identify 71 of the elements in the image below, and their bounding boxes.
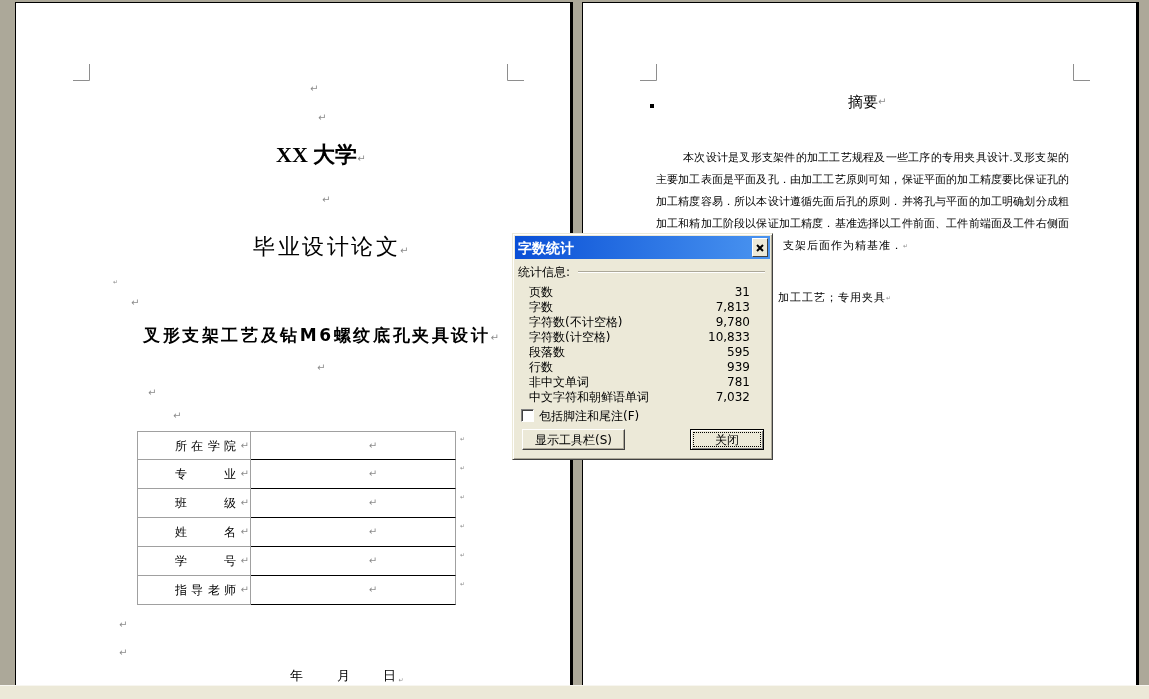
form-label: 学 号 xyxy=(174,554,241,568)
paragraph-mark: ↵ xyxy=(240,584,249,596)
margin-corner-icon xyxy=(1073,64,1090,81)
stat-label: 字符数(不计空格) xyxy=(529,315,623,330)
paragraph-mark: ↵ xyxy=(368,468,378,480)
date-line: 年 月 日 xyxy=(290,669,399,683)
paragraph-mark: ↵ xyxy=(368,439,378,452)
paragraph-mark: ↵ xyxy=(148,387,157,399)
paragraph-line: 加工精度容易．所以本设计遵循先面后孔的原则．并将孔与平面的加工明确划分成粗 xyxy=(656,194,1069,210)
stat-value: 595 xyxy=(727,345,750,360)
paragraph-mark: ↵ xyxy=(240,526,249,538)
paragraph-line: 主要加工表面是平面及孔．由加工工艺原则可知，保证平面的加工精度要比保证孔的 xyxy=(656,172,1069,188)
show-toolbar-button[interactable]: 显示工具栏(S) xyxy=(522,429,625,450)
university-name: XX 大学 xyxy=(276,142,358,168)
form-label: 专 业 xyxy=(174,467,241,481)
paragraph-line: 本次设计是叉形支架件的加工工艺规程及一些工序的专用夹具设计.叉形支架的 xyxy=(683,150,1069,166)
stat-value: 781 xyxy=(727,375,750,390)
paragraph-mark: ↵ xyxy=(357,153,366,164)
stat-value: 939 xyxy=(727,360,750,375)
paragraph-mark: ↵ xyxy=(119,647,128,659)
form-label: 姓 名 xyxy=(174,525,241,539)
form-label: 所在学院 xyxy=(174,438,241,453)
square-bullet-icon xyxy=(650,104,654,108)
margin-corner-icon xyxy=(507,64,524,81)
paragraph-mark: ↵ xyxy=(240,497,249,509)
form-label: 指导老师 xyxy=(174,583,241,597)
paragraph-mark: ↵ xyxy=(878,96,887,107)
stat-label: 行数 xyxy=(529,360,553,375)
paragraph-mark: ↵ xyxy=(368,497,378,509)
stat-value: 10,833 xyxy=(708,330,750,345)
paragraph-mark: ↵ xyxy=(240,555,249,567)
section-label: 统计信息: xyxy=(518,265,571,279)
stat-label: 非中文单词 xyxy=(529,375,589,390)
abstract-heading: 摘要 xyxy=(848,93,878,111)
stat-value: 31 xyxy=(734,285,750,300)
stat-label: 字符数(计空格) xyxy=(529,330,611,345)
close-icon xyxy=(756,243,764,252)
thesis-title: 毕业设计论文 xyxy=(253,233,400,261)
paragraph-mark: ↵ xyxy=(310,83,319,95)
paragraph-mark: ↵ xyxy=(119,619,128,631)
paragraph-mark: ↵ xyxy=(240,439,249,452)
margin-corner-icon xyxy=(640,64,657,81)
close-dialog-button[interactable]: 关闭 xyxy=(690,429,764,450)
paragraph-line: 加工和精加工阶段以保证加工精度．基准选择以工件前面、工件前端面及工件右侧面 xyxy=(656,216,1069,232)
thesis-topic: 叉形支架工艺及钻M6螺纹底孔夹具设计 xyxy=(143,324,491,346)
stat-label: 字数 xyxy=(529,300,553,315)
checkbox-label[interactable]: 包括脚注和尾注(F) xyxy=(539,408,640,423)
stat-label: 页数 xyxy=(529,285,553,300)
paragraph-mark: ↵ xyxy=(318,112,327,124)
paragraph-mark: ↵ xyxy=(317,362,326,374)
margin-corner-icon xyxy=(73,64,90,81)
stat-label: 段落数 xyxy=(529,345,565,360)
keywords-text: 加工工艺；专用夹具 xyxy=(778,290,886,306)
stat-value: 9,780 xyxy=(715,315,750,330)
stat-value: 7,032 xyxy=(715,390,750,405)
paragraph-mark: ↵ xyxy=(322,194,331,206)
paragraph-line: 支架后面作为精基准． xyxy=(783,238,903,254)
paragraph-mark: ↵ xyxy=(368,526,378,538)
paragraph-mark: ↵ xyxy=(368,555,378,567)
form-label: 班 级 xyxy=(174,496,241,510)
stat-label: 中文字符和朝鲜语单词 xyxy=(529,390,649,405)
paragraph-mark: ↵ xyxy=(368,584,378,596)
dialog-title: 字数统计 xyxy=(518,239,574,256)
paragraph-mark: ↵ xyxy=(400,245,409,257)
close-button[interactable] xyxy=(752,238,768,257)
paragraph-mark: ↵ xyxy=(240,468,249,480)
stat-value: 7,813 xyxy=(715,300,750,315)
checkbox[interactable] xyxy=(521,409,534,422)
paragraph-mark: ↵ xyxy=(131,297,140,309)
paragraph-mark: ↵ xyxy=(173,410,182,422)
paragraph-mark: ↵ xyxy=(490,332,499,344)
